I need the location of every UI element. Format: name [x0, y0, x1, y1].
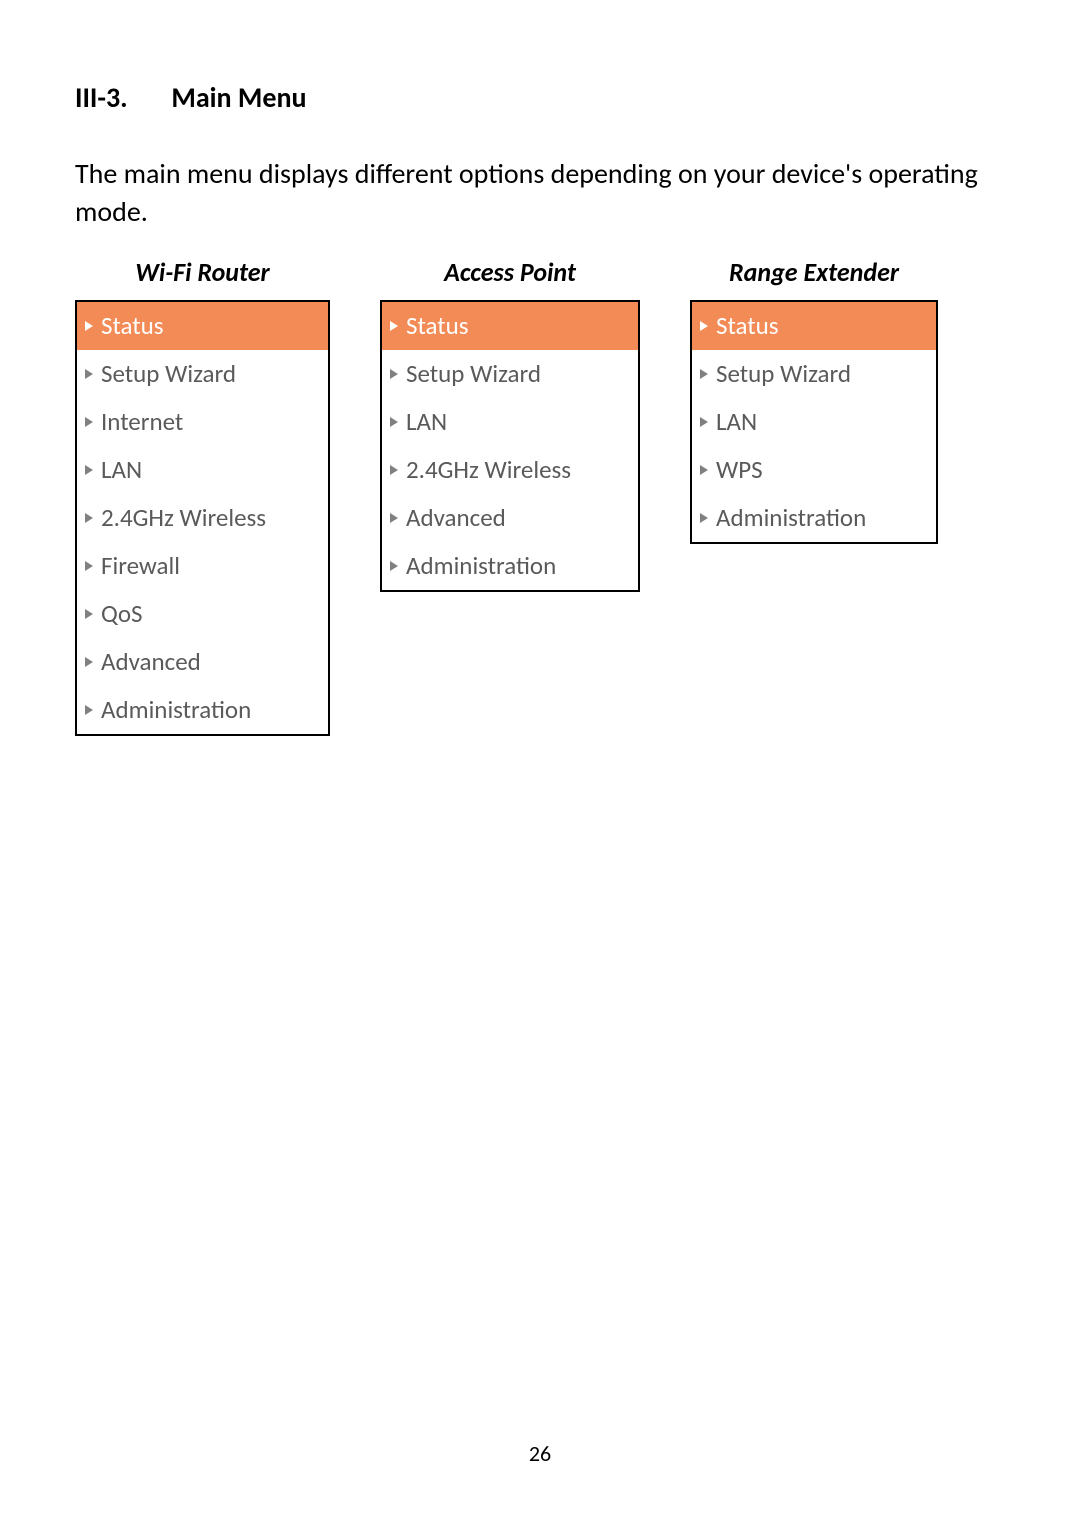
menu-item-label: Advanced [101, 646, 201, 677]
triangle-icon [700, 417, 708, 427]
menu-item-label: QoS [101, 598, 143, 629]
menu-item[interactable]: LAN [77, 446, 328, 494]
menu-item-label: 2.4GHz Wireless [406, 454, 571, 485]
menu-item-label: LAN [101, 454, 142, 485]
menu-item-label: Status [406, 310, 469, 341]
menu-item[interactable]: Status [77, 302, 328, 350]
menu-item-label: LAN [716, 406, 757, 437]
menu-item[interactable]: Internet [77, 398, 328, 446]
menu-item-label: Status [101, 310, 164, 341]
menu-item[interactable]: QoS [77, 590, 328, 638]
menu-item[interactable]: LAN [382, 398, 638, 446]
menu-list: Status Setup Wizard Internet LAN 2.4GHz Wire… [75, 300, 330, 736]
menu-item-label: Setup Wizard [716, 358, 851, 389]
triangle-icon [85, 657, 93, 667]
menu-item[interactable]: Status [692, 302, 936, 350]
triangle-icon [85, 609, 93, 619]
triangle-icon [85, 369, 93, 379]
menu-item-label: WPS [716, 454, 763, 485]
triangle-icon [390, 417, 398, 427]
triangle-icon [390, 465, 398, 475]
menu-item[interactable]: Setup Wizard [692, 350, 936, 398]
menu-item-label: LAN [406, 406, 447, 437]
menu-item[interactable]: Advanced [382, 494, 638, 542]
menu-item[interactable]: Setup Wizard [77, 350, 328, 398]
menu-item[interactable]: LAN [692, 398, 936, 446]
triangle-icon [85, 465, 93, 475]
menu-column: Wi-Fi Router Status Setup Wizard Internet LA… [75, 256, 330, 736]
triangle-icon [85, 513, 93, 523]
menu-item-label: Advanced [406, 502, 506, 533]
menu-column-title: Range Extender [729, 256, 899, 288]
menu-item[interactable]: 2.4GHz Wireless [382, 446, 638, 494]
menu-item[interactable]: WPS [692, 446, 936, 494]
menu-list: Status Setup Wizard LAN WPS Administration [690, 300, 938, 544]
menu-column-title: Wi-Fi Router [135, 256, 269, 288]
triangle-icon [390, 321, 398, 331]
menu-item[interactable]: Status [382, 302, 638, 350]
triangle-icon [700, 465, 708, 475]
menu-item-label: Firewall [101, 550, 180, 581]
section-number: III-3. [75, 80, 165, 115]
triangle-icon [85, 561, 93, 571]
menu-item-label: Administration [716, 502, 866, 533]
menu-item[interactable]: Firewall [77, 542, 328, 590]
menu-item[interactable]: 2.4GHz Wireless [77, 494, 328, 542]
menu-item-label: Administration [101, 694, 251, 725]
menu-item-label: Administration [406, 550, 556, 581]
triangle-icon [390, 369, 398, 379]
section-title: Main Menu [171, 80, 306, 115]
triangle-icon [700, 513, 708, 523]
triangle-icon [85, 705, 93, 715]
triangle-icon [85, 417, 93, 427]
triangle-icon [700, 321, 708, 331]
menu-item-label: Internet [101, 406, 183, 437]
triangle-icon [85, 321, 93, 331]
intro-text: The main menu displays different options… [75, 155, 1005, 231]
menu-column-title: Access Point [444, 256, 576, 288]
menu-list: Status Setup Wizard LAN 2.4GHz Wireless Adva… [380, 300, 640, 592]
menu-item[interactable]: Administration [692, 494, 936, 542]
triangle-icon [390, 561, 398, 571]
menu-item[interactable]: Administration [77, 686, 328, 734]
triangle-icon [700, 369, 708, 379]
menu-item[interactable]: Advanced [77, 638, 328, 686]
menu-columns: Wi-Fi Router Status Setup Wizard Internet LA… [75, 256, 1005, 736]
page-number: 26 [0, 1440, 1080, 1467]
menu-item[interactable]: Administration [382, 542, 638, 590]
menu-item[interactable]: Setup Wizard [382, 350, 638, 398]
menu-column: Range Extender Status Setup Wizard LAN WPS Ad… [690, 256, 938, 544]
menu-item-label: Status [716, 310, 779, 341]
menu-item-label: 2.4GHz Wireless [101, 502, 266, 533]
menu-column: Access Point Status Setup Wizard LAN 2.4GHz … [380, 256, 640, 592]
triangle-icon [390, 513, 398, 523]
menu-item-label: Setup Wizard [406, 358, 541, 389]
menu-item-label: Setup Wizard [101, 358, 236, 389]
section-heading: III-3. Main Menu [75, 80, 1005, 115]
